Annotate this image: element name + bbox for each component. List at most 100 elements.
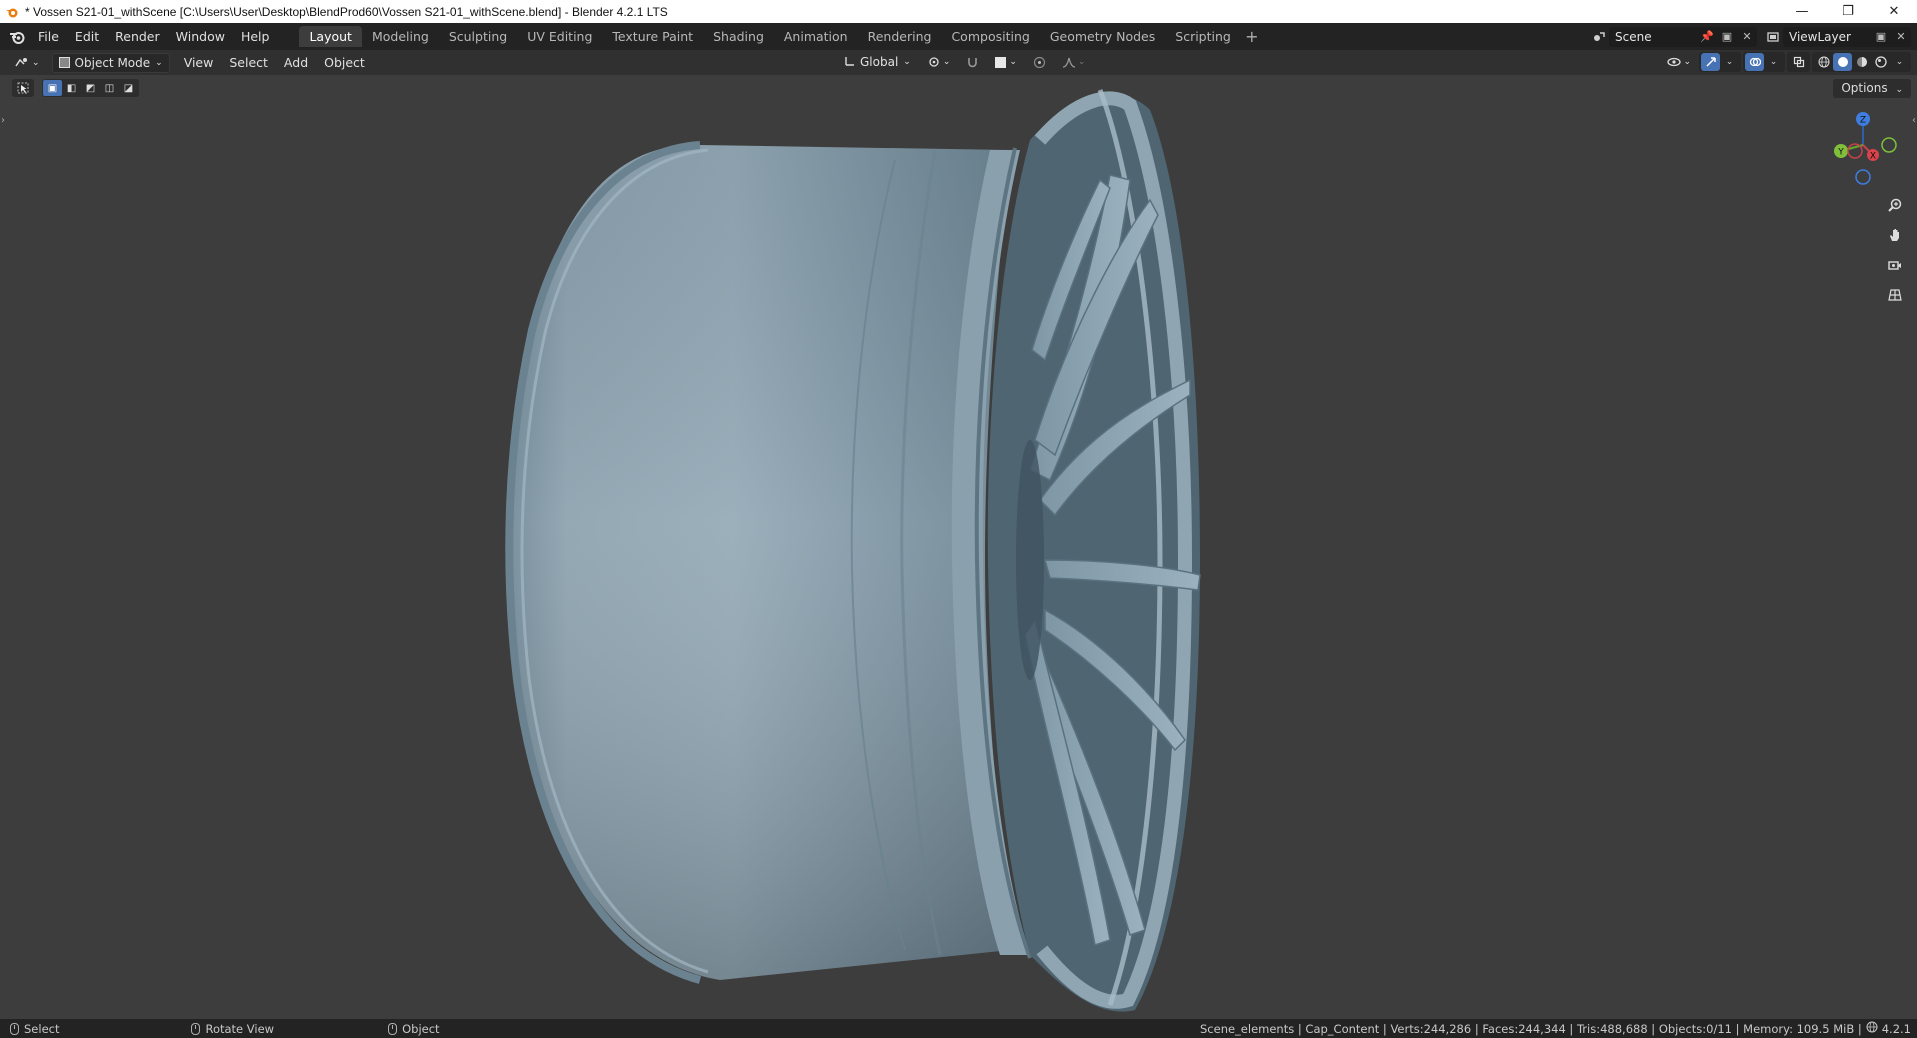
view-layer-name[interactable]: ViewLayer — [1783, 30, 1871, 44]
tab-sculpting[interactable]: Sculpting — [439, 26, 517, 47]
toolbar-expand-icon[interactable]: › — [1, 115, 5, 126]
proportional-falloff-selector[interactable]: ⌄ — [1056, 52, 1092, 72]
selection-mode-group[interactable]: ▣ ◧ ◩ ◫ ◪ — [42, 79, 139, 97]
blender-app-icon — [3, 3, 21, 21]
tab-rendering[interactable]: Rendering — [858, 26, 942, 47]
transform-orientation-selector[interactable]: Global ⌄ — [838, 52, 917, 72]
top-bar: File Edit Render Window Help Layout Mode… — [0, 23, 1917, 50]
orientation-label: Global — [860, 55, 899, 69]
viewport-header: ⌄ Object Mode ⌄ View Select Add Object G… — [0, 50, 1917, 75]
menu-file[interactable]: File — [30, 26, 67, 48]
wheel-model[interactable] — [480, 75, 1240, 1019]
chevron-down-icon[interactable]: ⌄ — [1764, 53, 1783, 71]
right-mouse-icon — [388, 1022, 398, 1035]
chevron-down-icon[interactable]: ⌄ — [1720, 53, 1739, 71]
chevron-down-icon: ⌄ — [32, 57, 40, 68]
gizmo-toggle-group[interactable]: ⌄ — [1699, 52, 1741, 72]
tab-modeling[interactable]: Modeling — [362, 26, 439, 47]
shading-mode-group[interactable]: ⌄ — [1812, 52, 1911, 72]
pan-hand-icon[interactable] — [1883, 223, 1907, 247]
tab-scripting[interactable]: Scripting — [1165, 26, 1241, 47]
network-globe-icon — [1866, 1021, 1878, 1036]
extend-selection-icon[interactable]: ◧ — [62, 80, 81, 96]
blender-menu-icon[interactable] — [4, 24, 30, 50]
pivot-point-selector[interactable]: ⌄ — [921, 52, 957, 72]
tab-texture-paint[interactable]: Texture Paint — [602, 26, 703, 47]
zoom-icon[interactable] — [1883, 193, 1907, 217]
restore-button[interactable]: ❐ — [1825, 0, 1871, 23]
status-hint-select: Select — [10, 1022, 59, 1036]
select-tool-icon[interactable] — [12, 79, 34, 97]
menu-render[interactable]: Render — [107, 26, 168, 48]
tab-uv-editing[interactable]: UV Editing — [517, 26, 602, 47]
scene-field[interactable]: Scene 📌 ▣ ✕ — [1609, 26, 1757, 47]
menu-edit[interactable]: Edit — [67, 26, 107, 48]
orientation-icon — [844, 55, 856, 70]
tab-shading[interactable]: Shading — [703, 26, 774, 47]
pin-icon[interactable]: 📌 — [1697, 27, 1717, 47]
neg-z-axis-handle[interactable] — [1855, 169, 1871, 185]
scene-name[interactable]: Scene — [1609, 30, 1697, 44]
delete-view-layer-icon[interactable]: ✕ — [1891, 27, 1911, 47]
chevron-down-icon[interactable]: ⌄ — [1890, 53, 1909, 71]
neg-y-axis-handle[interactable] — [1881, 137, 1897, 153]
xray-toggle[interactable] — [1787, 52, 1810, 72]
y-axis-label: Y — [1837, 148, 1844, 158]
new-view-layer-icon[interactable]: ▣ — [1871, 27, 1891, 47]
z-axis-label: Z — [1860, 116, 1866, 126]
snap-target-selector[interactable]: ⌄ — [989, 52, 1023, 72]
window-title: * Vossen S21-01_withScene [C:\Users\User… — [25, 4, 668, 19]
neg-x-axis-handle[interactable] — [1847, 143, 1863, 159]
camera-view-icon[interactable] — [1883, 253, 1907, 277]
window-title-bar: * Vossen S21-01_withScene [C:\Users\User… — [0, 0, 1917, 23]
wireframe-shading-icon[interactable] — [1814, 53, 1833, 71]
subtract-selection-icon[interactable]: ◩ — [81, 80, 100, 96]
overlays-toggle-group[interactable]: ⌄ — [1743, 52, 1785, 72]
close-button[interactable]: ✕ — [1871, 0, 1917, 23]
options-dropdown[interactable]: Options ⌄ — [1833, 79, 1911, 98]
menu-window[interactable]: Window — [168, 26, 233, 48]
add-workspace-button[interactable]: + — [1241, 27, 1263, 46]
editor-type-selector[interactable]: ⌄ — [8, 53, 46, 73]
status-object-label: Object — [402, 1021, 440, 1036]
menu-object[interactable]: Object — [316, 55, 373, 70]
menu-select[interactable]: Select — [221, 55, 276, 70]
gizmo-toggle-icon[interactable] — [1701, 53, 1720, 71]
tab-animation[interactable]: Animation — [774, 26, 858, 47]
tab-compositing[interactable]: Compositing — [941, 26, 1039, 47]
tab-geometry-nodes[interactable]: Geometry Nodes — [1040, 26, 1165, 47]
tab-layout[interactable]: Layout — [299, 26, 362, 47]
mode-selector[interactable]: Object Mode ⌄ — [51, 52, 170, 73]
solid-shading-icon[interactable] — [1833, 53, 1852, 71]
set-new-selection-icon[interactable]: ▣ — [43, 80, 62, 96]
intersect-selection-icon[interactable]: ◪ — [119, 80, 138, 96]
snap-toggle[interactable] — [960, 52, 985, 72]
3d-viewport[interactable]: ▣ ◧ ◩ ◫ ◪ › ‹ Options ⌄ Z Y X — [0, 75, 1917, 1019]
new-scene-icon[interactable]: ▣ — [1717, 27, 1737, 47]
view-layer-field[interactable]: ViewLayer ▣ ✕ — [1783, 26, 1911, 47]
perspective-toggle-icon[interactable] — [1883, 283, 1907, 307]
visibility-selector[interactable]: ⌄ — [1661, 52, 1697, 72]
sidebar-expand-icon[interactable]: ‹ — [1912, 115, 1916, 126]
chevron-down-icon: ⌄ — [1009, 57, 1017, 67]
menu-help[interactable]: Help — [233, 26, 278, 48]
workspace-tabs: Layout Modeling Sculpting UV Editing Tex… — [299, 23, 1262, 50]
material-preview-icon[interactable] — [1852, 53, 1871, 71]
invert-selection-icon[interactable]: ◫ — [100, 80, 119, 96]
view-layer-icon[interactable] — [1763, 27, 1783, 47]
xray-icon[interactable] — [1789, 53, 1808, 71]
menu-add[interactable]: Add — [276, 55, 316, 70]
proportional-editing-toggle[interactable] — [1027, 52, 1052, 72]
scene-selector-icon[interactable] — [1589, 27, 1609, 47]
middle-mouse-icon — [191, 1022, 201, 1035]
navigation-gizmo[interactable]: Z Y X — [1823, 105, 1903, 185]
chevron-down-icon: ⌄ — [903, 57, 911, 67]
minimize-button[interactable]: — — [1779, 0, 1825, 23]
rendered-shading-icon[interactable] — [1871, 53, 1890, 71]
delete-scene-icon[interactable]: ✕ — [1737, 27, 1757, 47]
chevron-down-icon: ⌄ — [942, 57, 951, 67]
chevron-down-icon: ⌄ — [1895, 85, 1903, 95]
overlays-toggle-icon[interactable] — [1745, 53, 1764, 71]
object-mode-icon — [58, 57, 70, 68]
menu-view[interactable]: View — [176, 55, 222, 70]
